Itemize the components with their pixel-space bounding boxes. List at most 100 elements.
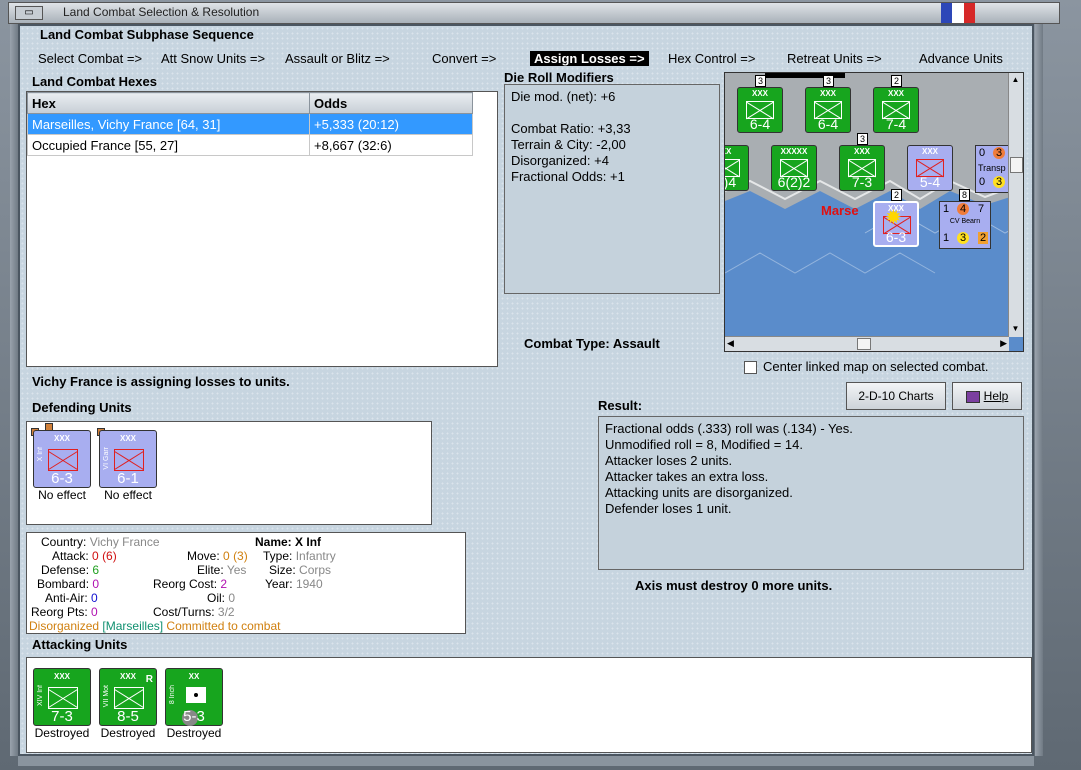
help-button[interactable]: Help	[952, 382, 1022, 410]
center-map-checkbox[interactable]	[744, 361, 757, 374]
result-line: Fractional odds (.333) roll was (.134) -…	[605, 421, 853, 436]
map-horizontal-scrollbar[interactable]: ◀ ▶	[725, 336, 1009, 351]
restore-icon[interactable]: ▭	[15, 6, 43, 20]
modifier-line: Disorganized: +4	[511, 153, 609, 168]
infantry-icon	[48, 687, 78, 709]
map-counter[interactable]: XXX 7-3	[839, 145, 885, 191]
map-city-label: Marse	[821, 203, 859, 218]
unit-info-panel: Country: Vichy France Name: X Inf Attack…	[26, 532, 466, 634]
year-value: 1940	[295, 577, 323, 591]
linked-map[interactable]: XXX6-4 XXX6-4 XXX7-4 XX3)4 XXXXX6(2)2 XX…	[724, 72, 1024, 352]
map-counter[interactable]: XXX 5-4	[907, 145, 953, 191]
attack-value: 0	[92, 549, 99, 563]
subphase-title: Land Combat Subphase Sequence	[40, 27, 254, 42]
name-value: X Inf	[295, 535, 322, 549]
unit-status: Destroyed	[100, 726, 156, 740]
help-book-icon	[965, 390, 980, 403]
defending-title: Defending Units	[32, 400, 132, 415]
unit-counter: XXX XIV Inf 7-3	[33, 668, 91, 726]
defending-unit[interactable]: XXX X Inf 6-3 No effect	[31, 423, 93, 502]
unit-status: No effect	[104, 488, 152, 502]
bombard-label: Bombard:	[37, 577, 90, 591]
oil-label: Oil:	[207, 591, 225, 605]
bombard-value: 0	[92, 577, 100, 591]
modifiers-panel: Die mod. (net): +6 Combat Ratio: +3,33 T…	[504, 84, 720, 294]
help-label: Help	[983, 389, 1009, 403]
reorg-pts-value: 0	[91, 605, 98, 619]
center-map-label: Center linked map on selected combat.	[763, 359, 989, 374]
elite-label: Elite:	[197, 563, 224, 577]
move-value: 0	[223, 549, 230, 563]
status-message: Vichy France is assigning losses to unit…	[32, 374, 290, 389]
size-label: Size:	[269, 563, 296, 577]
combat-type: Combat Type: Assault	[524, 336, 660, 351]
map-counter[interactable]: XXX 7-4	[873, 87, 919, 133]
attacking-unit[interactable]: XXX VII Mot R 8-5 Destroyed	[97, 668, 159, 740]
defending-panel: XXX X Inf 6-3 No effect XXX VI Garr 6-1 …	[26, 421, 432, 525]
cost-turns-value: 3/2	[217, 605, 235, 619]
table-row[interactable]: Marseilles, Vichy France [64, 31] +5,333…	[27, 113, 473, 135]
stack-number: 2	[891, 189, 903, 201]
type-value: Infantry	[295, 549, 336, 563]
type-label: Type:	[263, 549, 293, 563]
scroll-up-icon[interactable]: ▲	[1010, 75, 1021, 86]
explosion-icon: ✹	[885, 207, 902, 229]
modifier-line: Fractional Odds: +1	[511, 169, 625, 184]
scroll-down-icon[interactable]: ▼	[1010, 324, 1021, 335]
attack-paren: (6)	[102, 549, 117, 563]
phase-assign-losses: Assign Losses =>	[530, 51, 649, 66]
move-paren: (3)	[233, 549, 248, 563]
col-odds[interactable]: Odds	[309, 92, 473, 114]
reorg-cost-label: Reorg Cost:	[153, 577, 218, 591]
result-line: Defender loses 1 unit.	[605, 501, 732, 516]
result-line: Attacker takes an extra loss.	[605, 469, 769, 484]
french-flag-icon	[941, 3, 975, 23]
scroll-thumb[interactable]	[1010, 157, 1023, 173]
result-line: Unmodified roll = 8, Modified = 14.	[605, 437, 803, 452]
attacking-unit[interactable]: XXX XIV Inf 7-3 Destroyed	[31, 668, 93, 740]
phase-retreat-units: Retreat Units =>	[787, 51, 882, 66]
col-hex[interactable]: Hex	[27, 92, 310, 114]
odds-cell: +5,333 (20:12)	[309, 113, 473, 135]
result-line: Attacker loses 2 units.	[605, 453, 733, 468]
ship-icon: CV Bearn	[949, 218, 981, 225]
disorganized-flag: Disorganized	[29, 619, 100, 633]
scroll-thumb[interactable]	[857, 338, 871, 350]
country-value: Vichy France	[89, 535, 160, 549]
country-label: Country:	[41, 535, 87, 549]
unit-counter: XXX VI Garr 6-1	[99, 430, 157, 488]
charts-button[interactable]: 2-D-10 Charts	[846, 382, 946, 410]
unit-counter: XXX VII Mot R 8-5	[99, 668, 157, 726]
map-counter[interactable]: XXX 6-4	[737, 87, 783, 133]
phase-convert: Convert =>	[432, 51, 497, 66]
scroll-left-icon[interactable]: ◀	[727, 338, 734, 349]
modifiers-title: Die Roll Modifiers	[504, 70, 614, 85]
naval-counter[interactable]: 1 4 7 CV Bearn 1 3 2	[939, 201, 991, 249]
elite-value: Yes	[226, 563, 247, 577]
left-border	[10, 24, 18, 756]
title-bar: ▭ Land Combat Selection & Resolution	[8, 2, 1060, 24]
defense-label: Defense:	[41, 563, 90, 577]
attacking-unit[interactable]: XX 8 Inch 5-3 Destroyed	[163, 668, 225, 740]
reorg-pts-label: Reorg Pts:	[31, 605, 88, 619]
reorg-cost-value: 2	[220, 577, 228, 591]
defending-unit[interactable]: XXX VI Garr 6-1 No effect	[97, 428, 159, 502]
table-row[interactable]: Occupied France [55, 27] +8,667 (32:6)	[27, 134, 473, 156]
hex-cell: Occupied France [55, 27]	[27, 134, 310, 156]
unit-status: No effect	[38, 488, 86, 502]
stack-number: 3	[857, 133, 869, 145]
reserve-badge: R	[145, 674, 153, 685]
odds-cell: +8,667 (32:6)	[309, 134, 473, 156]
scroll-right-icon[interactable]: ▶	[1000, 338, 1007, 349]
hexes-table: Hex Odds Marseilles, Vichy France [64, 3…	[27, 92, 473, 156]
map-vertical-scrollbar[interactable]: ▲ ▼	[1008, 73, 1023, 337]
artillery-icon	[186, 687, 206, 703]
unit-counter: XXX X Inf 6-3	[33, 430, 91, 488]
phase-assault-or-blitz: Assault or Blitz =>	[285, 51, 390, 66]
stack-number: 2	[891, 75, 903, 87]
hexes-list: Hex Odds Marseilles, Vichy France [64, 3…	[26, 91, 498, 367]
map-counter[interactable]: XXX 6-4	[805, 87, 851, 133]
attack-label: Attack:	[52, 549, 89, 563]
map-counter[interactable]: XXXXX 6(2)2	[771, 145, 817, 191]
map-counter[interactable]: XX3)4	[725, 145, 749, 191]
